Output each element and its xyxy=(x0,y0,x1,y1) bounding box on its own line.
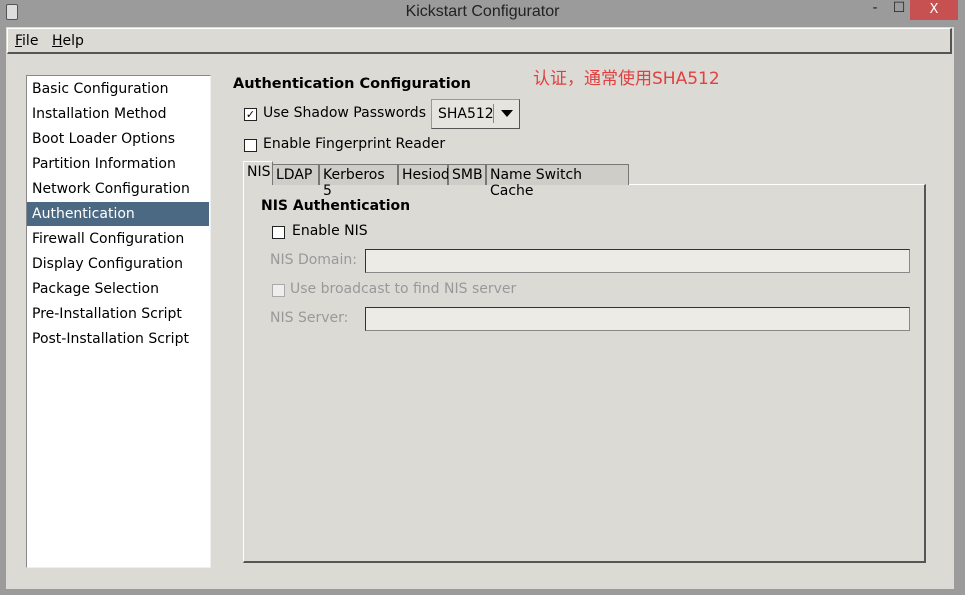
tab-ldap[interactable]: LDAP xyxy=(272,164,319,185)
sidebar-item-post-installation-script[interactable]: Post-Installation Script xyxy=(27,327,209,351)
menu-file[interactable]: File xyxy=(15,33,38,49)
annotation: 认证，通常使用SHA512 xyxy=(533,69,720,89)
menu-bar xyxy=(7,28,952,54)
menu-help[interactable]: Help xyxy=(52,33,84,49)
nis-server-label: NIS Server: xyxy=(270,310,349,326)
sidebar-item-display-configuration[interactable]: Display Configuration xyxy=(27,252,209,276)
sidebar-item-network-configuration[interactable]: Network Configuration xyxy=(27,177,209,201)
tab-kerberos[interactable]: Kerberos 5 xyxy=(319,164,398,199)
tab-name-switch-cache[interactable]: Name Switch Cache xyxy=(486,164,629,199)
tab-panel xyxy=(243,184,926,563)
sidebar-item-installation-method[interactable]: Installation Method xyxy=(27,102,209,126)
chevron-down-icon xyxy=(501,110,513,117)
sidebar-item-firewall-configuration[interactable]: Firewall Configuration xyxy=(27,227,209,251)
select-value: SHA512 xyxy=(438,106,494,122)
sidebar-item-authentication[interactable]: Authentication xyxy=(27,202,209,226)
sidebar-item-basic-configuration[interactable]: Basic Configuration xyxy=(27,77,209,101)
sidebar-item-package-selection[interactable]: Package Selection xyxy=(27,277,209,301)
section-list: Basic Configuration Installation Method Bo… xyxy=(26,75,211,568)
enable-nis-label: Enable NIS xyxy=(292,223,368,239)
minimize-button[interactable]: - xyxy=(862,0,888,20)
enable-nis-checkbox[interactable] xyxy=(272,226,285,239)
nis-domain-label: NIS Domain: xyxy=(270,252,357,268)
shadow-passwords-checkbox[interactable]: ✓ xyxy=(244,108,257,121)
close-button[interactable]: X xyxy=(910,0,958,20)
broadcast-checkbox[interactable] xyxy=(272,284,285,297)
tab-hesiod[interactable]: Hesiod xyxy=(398,164,450,185)
sidebar-item-partition-information[interactable]: Partition Information xyxy=(27,152,209,176)
fingerprint-checkbox[interactable] xyxy=(244,139,257,152)
nis-server-input[interactable] xyxy=(365,307,910,331)
window-title: Kickstart Configurator xyxy=(405,3,560,20)
maximize-button[interactable]: ☐ xyxy=(888,0,910,20)
broadcast-label: Use broadcast to find NIS server xyxy=(290,281,517,297)
nis-title: NIS Authentication xyxy=(261,198,411,214)
shadow-passwords-label: Use Shadow Passwords xyxy=(263,105,426,121)
page-title: Authentication Configuration xyxy=(233,76,471,92)
sidebar-item-pre-installation-script[interactable]: Pre-Installation Script xyxy=(27,302,209,326)
divider xyxy=(493,104,494,123)
tab-nis[interactable]: NIS xyxy=(243,161,273,185)
fingerprint-label: Enable Fingerprint Reader xyxy=(263,136,446,152)
sidebar-item-boot-loader-options[interactable]: Boot Loader Options xyxy=(27,127,209,151)
nis-domain-input[interactable] xyxy=(365,249,910,273)
tab-smb[interactable]: SMB xyxy=(448,164,486,185)
